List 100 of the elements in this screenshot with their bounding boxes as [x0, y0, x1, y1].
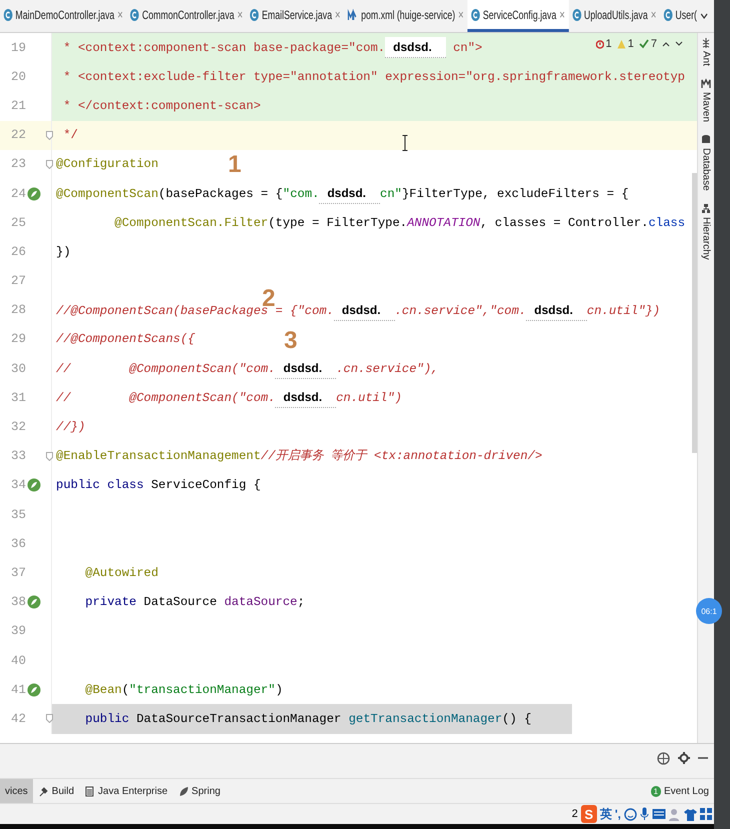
tool-window-tab[interactable]: Ant	[700, 51, 712, 66]
class-icon	[471, 8, 480, 20]
code-line: @EnableTransactionManagement//开启事务 等价于 <tx:annotation-driven/>	[56, 448, 542, 466]
ime-punctuation[interactable]: ',	[614, 807, 621, 821]
tool-window-tab[interactable]: Build	[32, 779, 80, 803]
line-number: 38	[10, 595, 26, 610]
fold-icon[interactable]	[46, 714, 53, 724]
fold-icon[interactable]	[46, 160, 53, 169]
step-number: 1	[228, 151, 242, 179]
chevron-down-icon[interactable]	[675, 41, 684, 47]
build-icon	[38, 786, 49, 796]
code-line: public class ServiceConfig {	[56, 477, 261, 494]
line-number: 31	[10, 390, 26, 405]
tool-window-tab[interactable]: Database	[700, 148, 712, 191]
code-line: * </context:component-scan>	[62, 98, 261, 115]
code-line: @Autowired	[84, 564, 158, 582]
class-icon	[664, 8, 672, 20]
fold-icon[interactable]	[46, 452, 53, 461]
editor-tab[interactable]: EmailService.java ×	[246, 0, 344, 32]
editor-tab[interactable]: ServiceConfig.java ×	[467, 0, 569, 32]
line-number: 42	[10, 712, 26, 726]
step-number: 3	[284, 327, 298, 355]
code-line: public DataSourceTransactionManager getTransactionManager() {	[84, 710, 532, 728]
line-number: 41	[10, 682, 26, 697]
bean-icon[interactable]	[27, 595, 41, 610]
code-line: })	[56, 244, 71, 261]
code-line: private DataSource dataSource;	[84, 594, 305, 612]
enterprise-icon	[84, 786, 96, 796]
line-number: 28	[10, 303, 26, 318]
event-log-button[interactable]: 1 Event Log	[646, 779, 714, 803]
microphone-icon[interactable]	[640, 807, 649, 821]
tool-window-tab[interactable]: Spring	[172, 779, 226, 803]
code-line: @Bean("transactionManager")	[84, 682, 283, 699]
code-line: //@ComponentScans({	[56, 331, 195, 348]
class-icon	[130, 8, 140, 20]
ime-language[interactable]: 英	[600, 806, 612, 822]
text-cursor-icon	[402, 135, 408, 151]
tool-window-tab[interactable]: Java Enterprise	[79, 779, 173, 803]
chevron-up-icon[interactable]	[662, 41, 670, 47]
check-icon[interactable]	[638, 39, 649, 49]
spring-icon	[178, 786, 189, 796]
line-number: 27	[10, 274, 26, 288]
target-icon[interactable]	[657, 752, 670, 764]
error-icon[interactable]	[596, 38, 604, 50]
line-number: 24	[10, 186, 26, 201]
line-number: 32	[10, 420, 26, 434]
class-icon	[250, 8, 259, 20]
line-number: 26	[10, 244, 26, 259]
code-line: @Configuration	[56, 156, 158, 174]
line-number: 37	[10, 566, 26, 580]
class-icon	[4, 8, 12, 20]
bean-icon[interactable]	[27, 682, 41, 697]
line-number: 20	[10, 70, 26, 84]
editor-tab[interactable]: User(	[660, 0, 701, 32]
status-text: 2	[572, 808, 578, 820]
line-number: 33	[10, 449, 26, 464]
code-line: @ComponentScan(basePackages = {"com. dsdsd. cn"}FilterType, excludeFilters = {	[56, 183, 629, 204]
warning-count: 1	[628, 38, 634, 50]
line-number: 40	[10, 654, 26, 668]
class-icon	[572, 8, 582, 20]
fold-icon[interactable]	[46, 130, 53, 140]
line-number: 29	[10, 332, 26, 346]
line-number: 30	[10, 362, 26, 376]
editor-tab[interactable]: MainDemoController.java ×	[0, 0, 127, 32]
grid-icon[interactable]	[700, 808, 712, 820]
keyboard-icon[interactable]	[652, 808, 666, 820]
editor-tab[interactable]: pom.xml (huige-service) ×	[344, 0, 468, 32]
line-number: 34	[10, 478, 26, 492]
database-icon	[701, 134, 711, 146]
scrollbar[interactable]	[692, 173, 697, 453]
error-count: 1	[606, 38, 612, 50]
shirt-icon[interactable]	[684, 808, 697, 820]
editor-tab[interactable]: CommonController.java ×	[126, 0, 246, 32]
smiley-icon[interactable]	[624, 808, 637, 820]
code-line: * <context:component-scan base-package="com. dsdsd. cn">	[56, 37, 482, 58]
line-number: 35	[10, 508, 26, 522]
line-number: 19	[10, 40, 26, 55]
code-line: // @ComponentScan("com. dsdsd. .cn.service"),	[56, 358, 438, 380]
tool-window-tab[interactable]: vices	[0, 779, 33, 803]
line-number: 39	[10, 624, 26, 638]
settings-icon[interactable]	[678, 752, 690, 764]
line-number: 22	[10, 128, 26, 142]
maven-icon	[701, 78, 711, 90]
typo-count: 7	[650, 38, 658, 50]
line-number: 21	[10, 98, 26, 113]
line-number: 25	[10, 216, 26, 230]
editor-tab[interactable]: UploadUtils.java ×	[568, 0, 660, 32]
bean-icon[interactable]	[27, 478, 41, 492]
code-line: // @ComponentScan("com. dsdsd. cn.util")	[56, 387, 402, 408]
hierarchy-icon	[701, 202, 711, 214]
code-line: @ComponentScan.Filter(type = FilterType.ANNOTATION, classes = Controller.class	[114, 214, 686, 232]
code-line: //})	[56, 419, 86, 436]
code-line: * <context:exclude-filter type="annotation" expression="org.springframework.stereotyp	[62, 68, 685, 86]
bean-icon[interactable]	[27, 186, 41, 201]
ant-icon	[701, 37, 711, 48]
tool-window-tab[interactable]: Hierarchy	[700, 216, 712, 260]
minimize-icon[interactable]	[698, 756, 708, 760]
chevron-down-icon[interactable]	[700, 12, 708, 20]
tool-window-tab[interactable]: Maven	[700, 92, 712, 122]
line-number: 36	[10, 536, 26, 551]
